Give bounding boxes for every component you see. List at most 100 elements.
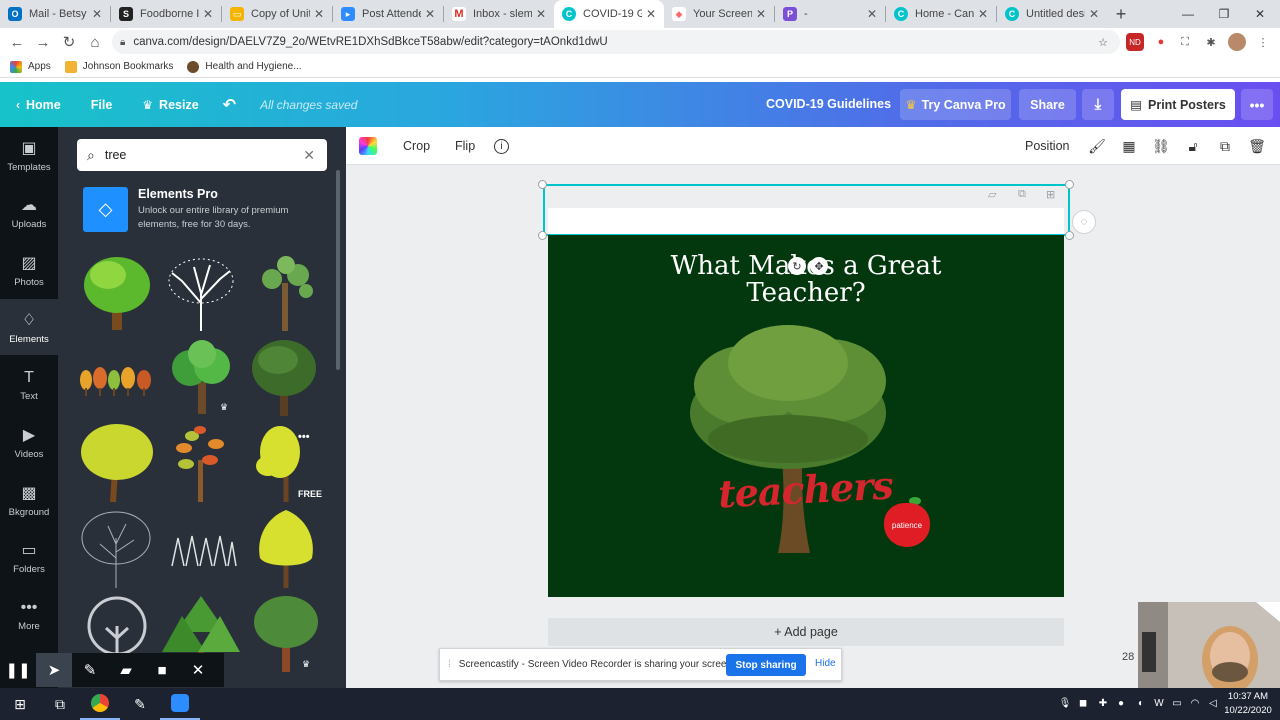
close-tab-icon[interactable]: ✕ xyxy=(203,7,213,21)
try-canva-pro-button[interactable]: ♛ Try Canva Pro xyxy=(900,89,1011,120)
delete-icon[interactable]: 🗑︎ xyxy=(1248,127,1266,165)
panel-scrollbar[interactable] xyxy=(336,170,340,370)
zoom-taskbar-icon[interactable] xyxy=(160,688,200,720)
wifi-icon[interactable]: ◠ xyxy=(1188,696,1202,710)
bookmark-folder[interactable]: Johnson Bookmarks xyxy=(64,60,173,73)
tree-element[interactable] xyxy=(246,253,324,333)
home-button[interactable]: ‹ Home xyxy=(6,89,71,121)
tree-element[interactable]: ♛ xyxy=(246,593,324,673)
rail-item-more[interactable]: ••• More xyxy=(0,587,58,643)
note-icon[interactable]: ▱ xyxy=(988,188,996,201)
drag-handle-icon[interactable]: ⁞ xyxy=(448,659,451,670)
pen-icon[interactable]: ✎ xyxy=(72,653,108,687)
more-options-icon[interactable]: ••• xyxy=(1241,89,1273,120)
resize-button[interactable]: ♛ Resize xyxy=(132,89,208,121)
reload-icon[interactable]: ↻ xyxy=(56,33,82,51)
volume-icon[interactable]: ◁ xyxy=(1206,696,1220,710)
copy-style-icon[interactable]: 🖌︎ xyxy=(1088,127,1106,165)
copy-page-icon[interactable]: ⧉ xyxy=(1018,188,1026,201)
word-icon[interactable]: W xyxy=(1152,696,1166,710)
resize-handle[interactable] xyxy=(1065,180,1074,189)
close-tab-icon[interactable]: ✕ xyxy=(92,7,102,21)
close-tab-icon[interactable]: ✕ xyxy=(314,7,324,21)
tree-element[interactable] xyxy=(246,509,324,589)
profile-avatar[interactable] xyxy=(1228,33,1246,51)
extension-icon[interactable]: ● xyxy=(1152,33,1170,51)
pause-icon[interactable]: ❚❚ xyxy=(0,653,36,687)
close-tab-icon[interactable]: ✕ xyxy=(978,7,988,21)
tree-illustration[interactable] xyxy=(548,235,1064,597)
rail-item-elements[interactable]: ♢ Elements xyxy=(0,299,58,355)
stop-sharing-button[interactable]: Stop sharing xyxy=(726,654,806,676)
apple-icon[interactable]: patience xyxy=(884,503,930,547)
bookmark-star-icon[interactable]: ☆ xyxy=(1094,33,1112,51)
screenshot-extension-icon[interactable]: ⛶ xyxy=(1176,33,1194,51)
minimize-window-icon[interactable]: — xyxy=(1168,0,1208,28)
hide-link[interactable]: Hide xyxy=(815,658,836,669)
design-page[interactable]: What Makes a Great Teacher? ↻ ✥ teachers… xyxy=(548,235,1064,597)
tree-element[interactable] xyxy=(162,509,240,589)
home-icon[interactable]: ⌂ xyxy=(82,34,108,51)
file-menu-button[interactable]: File xyxy=(81,89,123,121)
browser-tab[interactable]: OMail - Betsy S✕ xyxy=(0,0,110,28)
share-button[interactable]: Share xyxy=(1019,89,1076,120)
chrome-taskbar-icon[interactable] xyxy=(80,688,120,720)
browser-tab[interactable]: MInbox - slemn✕ xyxy=(444,0,554,28)
browser-tab-active[interactable]: CCOVID-19 Gu✕ xyxy=(554,0,664,28)
search-input[interactable] xyxy=(104,148,285,162)
print-posters-button[interactable]: ▤ Print Posters xyxy=(1121,89,1235,120)
app-taskbar-icon[interactable]: ✎ xyxy=(120,688,160,720)
browser-tab[interactable]: ◆Your Screenca✕ xyxy=(664,0,774,28)
duplicate-icon[interactable]: ⧉ xyxy=(1216,127,1234,165)
browser-tab[interactable]: ▭ Copy of Unit ✕ xyxy=(222,0,332,28)
flip-button[interactable]: Flip xyxy=(455,127,475,165)
tree-element[interactable] xyxy=(78,253,156,333)
resize-handle[interactable] xyxy=(538,231,547,240)
crop-button[interactable]: Crop xyxy=(403,127,430,165)
close-tab-icon[interactable]: ✕ xyxy=(646,7,656,21)
new-tab-button[interactable]: + xyxy=(1107,0,1135,28)
system-clock[interactable]: 10:37 AM 10/22/2020 xyxy=(1222,690,1274,718)
add-page-button[interactable]: + Add page xyxy=(548,618,1064,646)
close-tab-icon[interactable]: ✕ xyxy=(756,7,766,21)
restore-window-icon[interactable]: ❐ xyxy=(1204,0,1244,28)
tree-element[interactable]: ••• FREE xyxy=(246,423,324,503)
rail-item-text[interactable]: T Text xyxy=(0,357,58,413)
rail-item-background[interactable]: ▩ Bkground xyxy=(0,472,58,528)
close-tab-icon[interactable]: ✕ xyxy=(1089,7,1099,21)
rail-item-folders[interactable]: ▭ Folders xyxy=(0,529,58,585)
browser-tab[interactable]: C Home - Canv ✕ xyxy=(886,0,996,28)
lock-icon[interactable]: 🔓︎ xyxy=(1184,127,1202,165)
tray-app-icon[interactable]: ◼ xyxy=(1076,696,1090,710)
download-icon[interactable]: ⤓ xyxy=(1082,89,1114,120)
network-icon[interactable]: ▭ xyxy=(1170,696,1184,710)
bookmark-apps[interactable]: Apps xyxy=(10,60,51,73)
forward-icon[interactable]: → xyxy=(30,34,56,51)
more-options-icon[interactable]: ••• xyxy=(298,431,310,443)
browser-tab[interactable]: ▸Post Attendee✕ xyxy=(333,0,443,28)
task-view-icon[interactable]: ⧉ xyxy=(40,688,80,720)
comment-icon[interactable]: ◌ xyxy=(1072,210,1096,234)
search-box[interactable]: ⌕ ✕ xyxy=(77,139,327,171)
elements-pro-promo[interactable]: ◇ Elements Pro Unlock our entire library… xyxy=(83,187,333,235)
link-icon[interactable]: ⛓ xyxy=(1152,127,1170,165)
tree-element[interactable] xyxy=(78,338,156,418)
close-window-icon[interactable]: ✕ xyxy=(1240,0,1280,28)
teachers-word-art[interactable]: teachers xyxy=(717,462,894,516)
puzzle-icon[interactable]: ✱ xyxy=(1202,33,1220,51)
tree-element[interactable] xyxy=(162,253,240,333)
cursor-icon[interactable]: ➤ xyxy=(36,653,72,687)
url-field[interactable]: 🔒︎ canva.com/design/DAELV7Z9_2o/WEtvRE1D… xyxy=(112,30,1120,54)
browser-tab[interactable]: P - ✕ xyxy=(775,0,885,28)
rail-item-videos[interactable]: ▶ Videos xyxy=(0,414,58,470)
info-icon[interactable]: i xyxy=(494,127,509,165)
camera-icon[interactable]: ■ xyxy=(144,653,180,687)
resize-handle[interactable] xyxy=(538,180,547,189)
windows-start-icon[interactable]: ⊞ xyxy=(0,688,40,720)
tree-element[interactable] xyxy=(246,338,324,418)
tray-app-icon[interactable]: ◐ xyxy=(1134,696,1148,710)
eraser-icon[interactable]: ▰ xyxy=(108,653,144,687)
tray-app-icon[interactable]: ✚ xyxy=(1096,696,1110,710)
tree-element[interactable]: ♛ xyxy=(162,338,240,418)
tree-element[interactable] xyxy=(78,423,156,503)
